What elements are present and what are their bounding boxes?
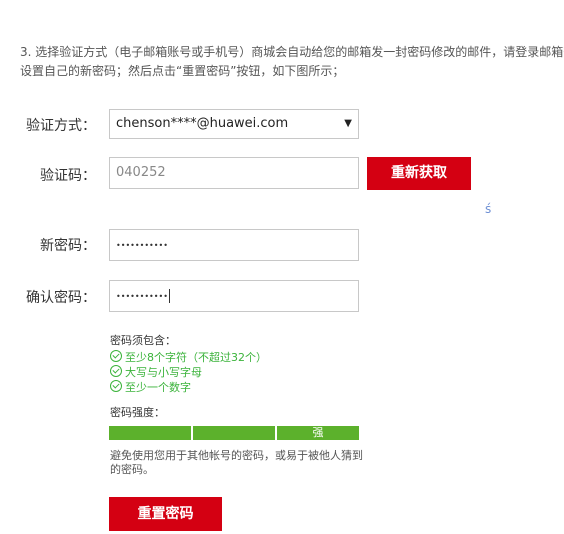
password-advice: 避免使用您用于其他帐号的密码，或易于被他人猜到的密码。 — [110, 449, 363, 476]
confirm-password-label: 确认密码： — [26, 290, 96, 306]
strength-segment-strong: 强 — [277, 426, 359, 440]
code-value: 040252 — [116, 165, 166, 180]
strength-segment-weak — [109, 426, 191, 440]
new-password-value: ••••••••••• — [116, 241, 168, 250]
method-label: 验证方式： — [26, 118, 96, 134]
confirm-password-input[interactable]: ••••••••••• — [109, 280, 359, 312]
strength-meter: 强 — [109, 426, 359, 440]
method-value: chenson****@huawei.com — [116, 116, 289, 131]
stray-mark: ś — [485, 202, 492, 216]
text-caret — [168, 288, 170, 303]
resend-code-button[interactable]: 重新获取 — [367, 157, 471, 190]
code-label: 验证码： — [40, 168, 96, 184]
instruction-text: 3. 选择验证方式（电子邮箱账号或手机号）商城会自动给您的邮箱发一封密码修改的邮… — [20, 43, 564, 81]
triangle-down-icon: ▼ — [344, 118, 352, 129]
method-select[interactable]: chenson****@huawei.com ▼ — [109, 109, 359, 139]
requirement-item: 至少8个字符（不超过32个） — [110, 350, 267, 364]
instruction-line-2: 设置自己的新密码；然后点击“重置密码”按钮，如下图所示； — [20, 64, 345, 78]
confirm-password-value: ••••••••••• — [116, 292, 168, 301]
reset-password-button[interactable]: 重置密码 — [109, 497, 222, 531]
new-password-input[interactable]: ••••••••••• — [109, 229, 359, 261]
instruction-line-1: 3. 选择验证方式（电子邮箱账号或手机号）商城会自动给您的邮箱发一封密码修改的邮… — [20, 45, 564, 59]
check-circle-icon — [110, 365, 122, 377]
check-circle-icon — [110, 380, 122, 392]
new-password-label: 新密码： — [40, 238, 96, 254]
strength-title: 密码强度： — [110, 406, 165, 419]
strength-segment-medium — [193, 426, 275, 440]
requirements-title: 密码须包含： — [110, 334, 176, 347]
requirement-item: 大写与小写字母 — [110, 365, 202, 379]
check-circle-icon — [110, 350, 122, 362]
requirement-item: 至少一个数字 — [110, 380, 191, 394]
code-input[interactable]: 040252 — [109, 157, 359, 189]
